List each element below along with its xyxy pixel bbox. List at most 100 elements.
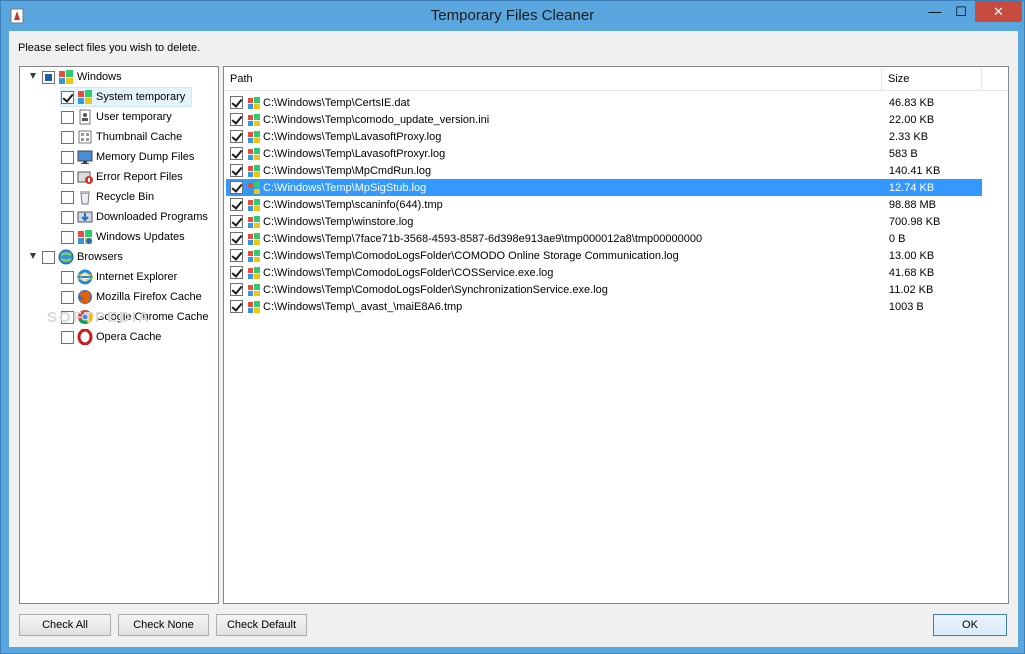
- file-size: 98.88 MB: [888, 198, 936, 211]
- table-row[interactable]: C:\Windows\Temp\winstore.log 700.98 KB: [226, 213, 982, 230]
- tree-item[interactable]: Error Report Files: [20, 167, 216, 187]
- file-path: C:\Windows\Temp\ComodoLogsFolder\COMODO …: [263, 249, 679, 262]
- item-checkbox[interactable]: [61, 330, 74, 344]
- file-path: C:\Windows\Temp\MpSigStub.log: [263, 181, 427, 194]
- row-checkbox[interactable]: [230, 283, 243, 296]
- tree-item[interactable]: Downloaded Programs: [20, 207, 216, 227]
- file-path: C:\Windows\Temp\_avast_\maiE8A6.tmp: [263, 300, 463, 313]
- row-checkbox[interactable]: [230, 164, 243, 177]
- row-checkbox[interactable]: [230, 300, 243, 313]
- check-default-button[interactable]: Check Default: [216, 614, 307, 636]
- expander-icon[interactable]: [30, 253, 36, 259]
- row-checkbox[interactable]: [230, 181, 243, 194]
- item-checkbox[interactable]: [61, 190, 74, 204]
- windows-update-icon: [78, 230, 92, 244]
- table-row[interactable]: C:\Windows\Temp\LavasoftProxy.log 2.33 KB: [226, 128, 982, 145]
- table-row[interactable]: C:\Windows\Temp\MpSigStub.log 12.74 KB: [226, 179, 982, 196]
- tree-item-label: Opera Cache: [96, 331, 162, 343]
- file-windows-icon: [248, 300, 260, 313]
- file-size: 41.68 KB: [888, 266, 935, 279]
- minimize-button[interactable]: —: [922, 1, 948, 22]
- close-button[interactable]: ✕: [975, 1, 1022, 22]
- row-checkbox[interactable]: [230, 130, 243, 143]
- tree-item[interactable]: System temporary: [20, 87, 216, 107]
- check-all-button[interactable]: Check All: [19, 614, 111, 636]
- row-checkbox[interactable]: [230, 266, 243, 279]
- table-row[interactable]: C:\Windows\Temp\LavasoftProxyr.log 583 B: [226, 145, 982, 162]
- tree-group-windows[interactable]: Windows: [20, 67, 216, 87]
- maximize-button[interactable]: ☐: [948, 1, 974, 22]
- file-windows-icon: [248, 130, 260, 143]
- table-row[interactable]: C:\Windows\Temp\MpCmdRun.log 140.41 KB: [226, 162, 982, 179]
- table-row[interactable]: C:\Windows\Temp\_avast_\maiE8A6.tmp 1003 …: [226, 298, 982, 315]
- tree-group-label: Browsers: [77, 251, 123, 263]
- item-checkbox[interactable]: [61, 210, 74, 224]
- table-row[interactable]: C:\Windows\Temp\7face71b-3568-4593-8587-…: [226, 230, 982, 247]
- item-checkbox[interactable]: [61, 90, 74, 104]
- table-row[interactable]: C:\Windows\Temp\ComodoLogsFolder\Synchro…: [226, 281, 982, 298]
- internet-explorer-icon: [77, 269, 93, 285]
- file-windows-icon: [248, 147, 260, 160]
- table-row[interactable]: C:\Windows\Temp\ComodoLogsFolder\COSServ…: [226, 264, 982, 281]
- title-bar[interactable]: Temporary Files Cleaner — ☐ ✕: [1, 1, 1024, 31]
- tree-item[interactable]: Thumbnail Cache: [20, 127, 216, 147]
- file-path: C:\Windows\Temp\7face71b-3568-4593-8587-…: [263, 232, 703, 245]
- table-row[interactable]: C:\Windows\Temp\ComodoLogsFolder\COMODO …: [226, 247, 982, 264]
- file-path: C:\Windows\Temp\CertsIE.dat: [263, 96, 410, 109]
- file-windows-icon: [248, 283, 260, 296]
- column-header-path[interactable]: Path: [224, 67, 882, 91]
- tree-item[interactable]: Google Chrome Cache: [20, 307, 216, 327]
- file-windows-icon: [248, 266, 260, 279]
- expander-icon[interactable]: [30, 73, 36, 79]
- row-checkbox[interactable]: [230, 215, 243, 228]
- file-path: C:\Windows\Temp\LavasoftProxy.log: [263, 130, 442, 143]
- file-path: C:\Windows\Temp\LavasoftProxyr.log: [263, 147, 446, 160]
- item-checkbox[interactable]: [61, 230, 74, 244]
- file-size: 12.74 KB: [888, 181, 935, 194]
- file-size: 700.98 KB: [888, 215, 941, 228]
- table-row[interactable]: C:\Windows\Temp\CertsIE.dat 46.83 KB: [226, 94, 982, 111]
- item-checkbox[interactable]: [61, 130, 74, 144]
- row-checkbox[interactable]: [230, 249, 243, 262]
- tree-group-browsers[interactable]: Browsers: [20, 247, 216, 267]
- file-size: 0 B: [888, 232, 906, 245]
- category-tree[interactable]: Windows System temporary User temporary Thu…: [19, 66, 219, 604]
- file-path: C:\Windows\Temp\winstore.log: [263, 215, 414, 228]
- item-checkbox[interactable]: [61, 310, 74, 324]
- error-report-icon: [77, 171, 93, 184]
- item-checkbox[interactable]: [61, 270, 74, 284]
- row-checkbox[interactable]: [230, 198, 243, 211]
- opera-icon: [77, 329, 93, 345]
- tree-item-label: Internet Explorer: [96, 271, 178, 283]
- tree-item[interactable]: Memory Dump Files: [20, 147, 216, 167]
- tree-item[interactable]: User temporary: [20, 107, 216, 127]
- item-checkbox[interactable]: [61, 170, 74, 184]
- table-row[interactable]: C:\Windows\Temp\scaninfo(644).tmp 98.88 M…: [226, 196, 982, 213]
- group-checkbox[interactable]: [42, 70, 55, 84]
- group-checkbox[interactable]: [42, 250, 55, 264]
- tree-item[interactable]: Internet Explorer: [20, 267, 216, 287]
- row-checkbox[interactable]: [230, 232, 243, 245]
- row-checkbox[interactable]: [230, 113, 243, 126]
- file-windows-icon: [248, 198, 260, 211]
- table-row[interactable]: C:\Windows\Temp\comodo_update_version.in…: [226, 111, 982, 128]
- tree-group-label: Windows: [77, 71, 122, 83]
- item-checkbox[interactable]: [61, 290, 74, 304]
- app-window: Temporary Files Cleaner — ☐ ✕ Please sel…: [0, 0, 1025, 654]
- tree-item[interactable]: Windows Updates: [20, 227, 216, 247]
- tree-item-label: System temporary: [96, 91, 186, 103]
- item-checkbox[interactable]: [61, 150, 74, 164]
- tree-item[interactable]: Opera Cache: [20, 327, 216, 347]
- tree-item-label: Windows Updates: [96, 231, 185, 243]
- item-checkbox[interactable]: [61, 110, 74, 124]
- row-checkbox[interactable]: [230, 96, 243, 109]
- file-list[interactable]: Path Size C:\Windows\Temp\CertsIE.dat 46.…: [223, 66, 1009, 604]
- check-none-button[interactable]: Check None: [118, 614, 209, 636]
- instruction-text: Please select files you wish to delete.: [18, 42, 201, 54]
- tree-item[interactable]: Recycle Bin: [20, 187, 216, 207]
- file-path: C:\Windows\Temp\scaninfo(644).tmp: [263, 198, 443, 211]
- column-header-size[interactable]: Size: [882, 67, 982, 91]
- tree-item[interactable]: Mozilla Firefox Cache: [20, 287, 216, 307]
- ok-button[interactable]: OK: [933, 614, 1007, 636]
- row-checkbox[interactable]: [230, 147, 243, 160]
